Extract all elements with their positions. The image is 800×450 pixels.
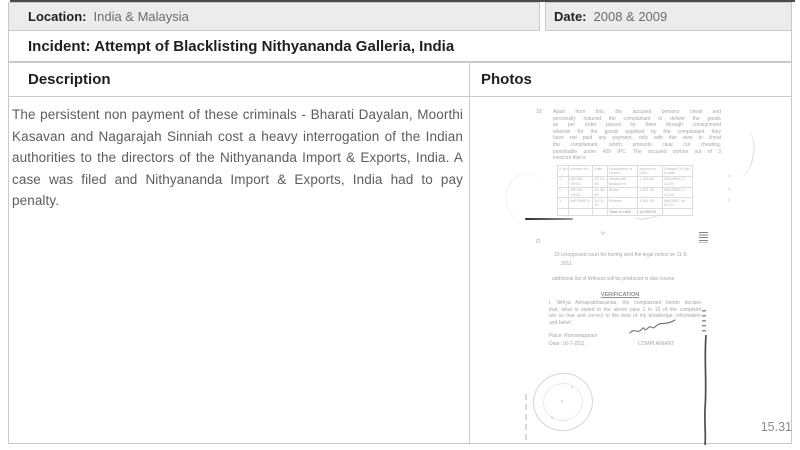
- scan-table-row: S.NoInvoice No.DateDescription of GoodsA…: [558, 166, 693, 177]
- scan-paragraph-line: personally induced the complainant to de…: [553, 116, 721, 123]
- scan-table-cell: [593, 209, 608, 215]
- scan-dash-marks: [525, 394, 527, 440]
- scan-pen-swoosh: [633, 208, 664, 220]
- location-label: Location:: [28, 9, 87, 24]
- scan-table-row: 2NIE/08-09/1814-08-09Brass4,841.30080/28…: [558, 187, 693, 198]
- scan-table-cell: 4,841.30: [638, 187, 663, 198]
- paragraph-number: 10: [536, 109, 542, 115]
- faint-stamp-arc: [498, 167, 560, 233]
- scan-table-row: Total in USD11,095.00: [558, 209, 693, 215]
- scan-barcode-mark: [699, 232, 708, 243]
- scan-paragraph-line: have not paid any payment, only with thi…: [553, 135, 721, 142]
- scan-table-cell: NIE/08-09/13: [569, 176, 593, 187]
- page-number: 15.31: [752, 420, 792, 434]
- margin-mark: 2: [728, 186, 730, 191]
- description-text: The persistent non payment of these crim…: [12, 104, 463, 212]
- scan-paragraph-line: invoices that is: [553, 155, 721, 162]
- margin-mark: 4: [728, 173, 730, 178]
- location-bar: Location: India & Malaysia: [8, 2, 540, 31]
- scan-squiggle-mark: [536, 239, 540, 243]
- scan-table-cell: [558, 209, 569, 215]
- scan-paragraph-line: wherein for the goods supplied by the co…: [553, 129, 721, 136]
- scan-table-cell: 080/2854 17-12-09: [662, 176, 692, 187]
- scan-table-cell: 1,350.00: [638, 176, 663, 187]
- description-line: case was filed and Nithyananda Import & …: [12, 169, 463, 191]
- scan-artifact-arc: [728, 129, 758, 178]
- scan-table-cell: Handicraft Antique st: [607, 176, 637, 187]
- scan-table-cell: S.No: [558, 166, 569, 177]
- location-value: India & Malaysia: [94, 9, 189, 24]
- round-stamp: [528, 367, 599, 436]
- date-value: 2008 & 2009: [594, 9, 668, 24]
- verification-heading: VERIFICATION: [540, 292, 700, 298]
- scan-ink-line: [525, 218, 573, 220]
- notice-line: 10.Unopposed court for having sent the l…: [554, 252, 688, 259]
- date-label: Date:: [554, 9, 587, 24]
- page-binding-line: [700, 334, 712, 446]
- scan-table-cell: Brass: [607, 187, 637, 198]
- scan-table-cell: 3: [558, 198, 569, 209]
- verification-paragraph: I, Nithya Atmaprabhananda, the complaina…: [549, 300, 701, 326]
- scan-paragraph-line: are so true and correct to the best of m…: [549, 313, 701, 320]
- witness-line: additional list of Witness will be produ…: [552, 276, 675, 283]
- scan-table-cell: Cheque DD No & date: [662, 166, 692, 177]
- scan-paragraph-line: that, what is stated in the above para 1…: [549, 307, 701, 314]
- scan-table-cell: [569, 209, 593, 215]
- scan-paragraph-line: the complainant, which amounts clear cut…: [553, 142, 721, 149]
- signature-scribble: [629, 317, 677, 337]
- slide: Location: India & Malaysia Date: 2008 & …: [0, 0, 800, 450]
- place-line: Place: Ramanagaram: [549, 333, 597, 340]
- scan-table-cell: [662, 209, 692, 215]
- scan-table-cell: Description of Goods: [607, 166, 637, 177]
- scan-table-cell: 14-01-10: [593, 198, 608, 209]
- scan-table-cell: 2: [558, 187, 569, 198]
- scan-table-cell: NIE/09/871: [569, 198, 593, 209]
- scan-paragraph-line: punishable under 420 IPC. The accused po…: [553, 149, 721, 156]
- scan-table-row: 3NIE/09/87114-01-10Statues4,841.30080/28…: [558, 198, 693, 209]
- invoice-table: S.NoInvoice No.DateDescription of GoodsA…: [557, 165, 693, 216]
- margin-mark: 3: [728, 197, 730, 202]
- scan-table-row: 1NIE/08-09/1310-10-08Handicraft Antique …: [558, 176, 693, 187]
- scan-table-cell: 080/2855 17-12-09: [662, 187, 692, 198]
- scanned-document-photo: 10 Apart from this, the accused persons …: [470, 97, 792, 444]
- scan-paragraph-line: I, Nithya Atmaprabhananda, the complaina…: [549, 300, 701, 307]
- description-line: authorities to the directors of the Nith…: [12, 147, 463, 169]
- incident-title-text: Incident: Attempt of Blacklisting Nithya…: [28, 38, 454, 55]
- notice-line: 2011: [561, 261, 572, 268]
- scan-table-cell: 1: [558, 176, 569, 187]
- description-column-header: Description: [28, 63, 111, 96]
- scan-table-cell: 10-10-08: [593, 176, 608, 187]
- description-line: The persistent non payment of these crim…: [12, 104, 463, 126]
- scan-table-cell: Amount in USD: [638, 166, 663, 177]
- scan-tick-mark: [600, 229, 606, 235]
- scan-table-cell: 4,841.30: [638, 198, 663, 209]
- scan-table-cell: Invoice No.: [569, 166, 593, 177]
- scan-table-cell: 14-08-09: [593, 187, 608, 198]
- scan-table-cell: Statues: [607, 198, 637, 209]
- scan-table-cell: NIE/08-09/18: [569, 187, 593, 198]
- date-bar: Date: 2008 & 2009: [545, 2, 792, 31]
- scan-paragraph-line: Apart from this, the accused persons che…: [553, 109, 721, 116]
- content-table: Description Photos The persistent non pa…: [8, 62, 792, 444]
- scan-table-cell: 080/2857 04-01-10: [662, 198, 692, 209]
- scan-paragraph-line: as per order placed by them through cons…: [553, 122, 721, 129]
- signature-date-line: Date: 16-7-2011: [549, 341, 585, 348]
- photos-column-header: Photos: [481, 63, 532, 96]
- description-line: Kasavan and Nagarajah Sinniah cost a hea…: [12, 126, 463, 148]
- incident-title: Incident: Attempt of Blacklisting Nithya…: [8, 31, 792, 62]
- scan-table-cell: Date: [593, 166, 608, 177]
- scan-edge-marks: [702, 310, 706, 332]
- scan-paragraph-line: and belief.: [549, 320, 701, 327]
- scan-paragraph: Apart from this, the accused persons che…: [553, 109, 721, 162]
- description-line: penalty.: [12, 190, 463, 212]
- complainant-label: COMPLAINANT: [638, 341, 674, 348]
